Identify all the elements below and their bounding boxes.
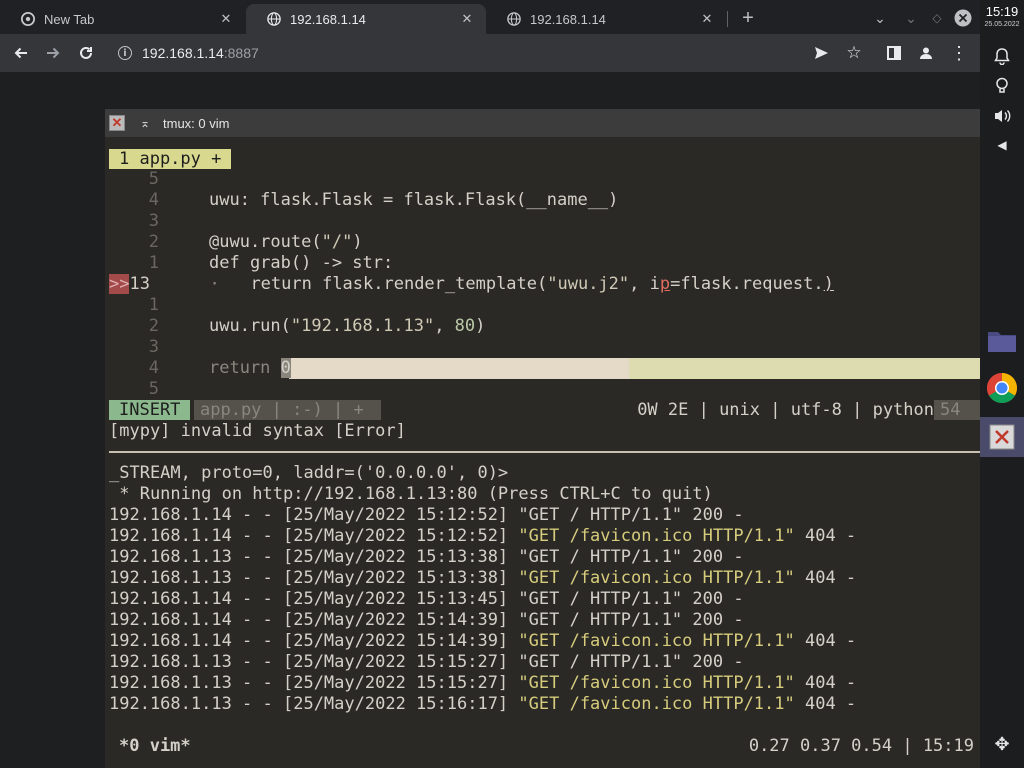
reload-button[interactable] <box>73 40 99 66</box>
tab-active[interactable]: 192.168.1.14 ✕ <box>246 4 486 34</box>
bookmark-star-icon[interactable]: ☆ <box>841 40 867 66</box>
lightbulb-icon[interactable] <box>991 75 1013 97</box>
log-line: * Running on http://192.168.1.13:80 (Pre… <box>109 484 713 504</box>
tab-label: 192.168.1.14 <box>290 11 366 27</box>
close-tab-icon[interactable]: ✕ <box>698 10 716 28</box>
request-log-line: 192.168.1.13 - - [25/May/2022 15:16:17] … <box>109 694 857 714</box>
code-line: 5 <box>148 169 159 189</box>
code-line: 1 def grab() -> str: <box>148 253 394 273</box>
profile-icon[interactable] <box>913 40 939 66</box>
new-tab-button[interactable]: + <box>737 7 759 29</box>
tmux-pane-divider[interactable] <box>109 451 980 453</box>
clock[interactable]: 15:19 25.05.2022 <box>980 4 1024 28</box>
code-line: 5 <box>148 379 159 399</box>
code-line: 4 return 0 <box>148 358 291 378</box>
address-port: :8887 <box>223 45 259 61</box>
request-log-line: 192.168.1.13 - - [25/May/2022 15:13:38] … <box>109 547 744 567</box>
vim-message: [mypy] invalid syntax [Error] <box>109 421 406 441</box>
code-line: 4 uwu: flask.Flask = flask.Flask(__name__… <box>148 190 619 210</box>
chrome-app-icon[interactable] <box>980 368 1024 408</box>
close-window-icon[interactable]: ✕ <box>109 115 125 131</box>
keep-above-icon[interactable]: ⌅ <box>137 116 153 130</box>
window-title: tmux: 0 vim <box>163 115 230 131</box>
vim-file-info: app.py | :-) | + <box>194 400 381 420</box>
code-line-current: >>13 · return flask.render_template("uwu.… <box>109 274 834 294</box>
tab-separator <box>727 11 728 27</box>
vim-buffer-tab[interactable]: 1 app.py + <box>109 149 232 169</box>
bell-icon[interactable] <box>991 45 1013 67</box>
forward-button[interactable] <box>40 40 66 66</box>
close-tab-icon[interactable]: ✕ <box>217 10 235 28</box>
request-log-line: 192.168.1.14 - - [25/May/2022 15:12:52] … <box>109 505 744 525</box>
request-log-line: 192.168.1.13 - - [25/May/2022 15:13:38] … <box>109 568 857 588</box>
clock-date: 25.05.2022 <box>984 21 1020 28</box>
arrow-right-icon <box>47 47 60 59</box>
globe-icon <box>266 11 282 27</box>
send-icon[interactable] <box>808 40 834 66</box>
terminal-titlebar: ✕ ⌅ tmux: 0 vim <box>105 109 980 137</box>
tab-strip: New Tab ✕ 192.168.1.14 ✕ 192.168.1.14 ✕ … <box>0 0 980 34</box>
code-line: 3 <box>148 211 159 231</box>
side-panel-icon[interactable] <box>881 40 907 66</box>
request-log-line: 192.168.1.13 - - [25/May/2022 15:15:27] … <box>109 652 744 672</box>
back-button[interactable] <box>8 40 34 66</box>
tmux-window[interactable]: *0 vim* <box>119 735 191 757</box>
tab-label: 192.168.1.14 <box>530 11 606 27</box>
vim-mode: INSERT <box>109 400 191 420</box>
code-line: 3 <box>148 337 159 357</box>
close-window-button[interactable] <box>952 7 974 29</box>
speaker-icon[interactable] <box>991 105 1013 127</box>
request-log-line: 192.168.1.14 - - [25/May/2022 15:12:52] … <box>109 526 857 546</box>
close-tab-icon[interactable]: ✕ <box>458 10 476 28</box>
arrow-left-icon <box>14 47 27 59</box>
log-line: _STREAM, proto=0, laddr=('0.0.0.0', 0)> <box>109 463 509 483</box>
address-host: 192.168.1.14 <box>142 45 224 61</box>
address-bar[interactable]: i 192.168.1.14:8887 <box>112 40 802 66</box>
tab-new-tab[interactable]: New Tab ✕ <box>0 4 245 34</box>
move-arrows-icon[interactable]: ✥ <box>991 733 1013 755</box>
vim-percent: 54 <box>934 400 980 420</box>
visual-highlight <box>629 358 980 379</box>
maximize-icon[interactable]: ◇ <box>926 7 948 29</box>
globe-icon <box>506 11 522 27</box>
tab-search-icon[interactable]: ⌄ <box>869 7 891 29</box>
files-app-icon[interactable] <box>980 320 1024 360</box>
code-line: 2 @uwu.route("/") <box>148 232 363 252</box>
system-dock: 15:19 25.05.2022 ◀ ✥ <box>980 0 1024 768</box>
terminal-app-icon[interactable] <box>980 417 1024 457</box>
code-line: 1 <box>148 295 159 315</box>
tmux-statusbar: *0 vim* 0.27 0.37 0.54 | 15:19 <box>109 735 980 757</box>
browser-toolbar: i 192.168.1.14:8887 ☆ ⋮ <box>0 34 980 72</box>
site-info-icon[interactable]: i <box>118 46 132 60</box>
tmux-status-right: 0.27 0.37 0.54 | 15:19 <box>748 736 974 756</box>
terminal[interactable]: 1 app.py + 5 4 uwu: flask.Flask = flask.F… <box>105 137 980 768</box>
tab-label: New Tab <box>44 11 95 27</box>
error-sign: >> <box>109 274 130 294</box>
collapse-arrow-icon[interactable]: ◀ <box>991 134 1013 156</box>
code-line: 2 uwu.run("192.168.1.13", 80) <box>148 316 486 336</box>
vim-stats: 0W 2E | unix | utf-8 | python <box>637 400 934 420</box>
vim-statusline: INSERT app.py | :-) | + 0W 2E | unix | u… <box>109 400 980 420</box>
minimize-icon[interactable]: ⌄ <box>900 7 922 29</box>
clock-time: 15:19 <box>985 4 1019 19</box>
request-log-line: 192.168.1.13 - - [25/May/2022 15:15:27] … <box>109 673 857 693</box>
chrome-icon <box>20 11 36 27</box>
request-log-line: 192.168.1.14 - - [25/May/2022 15:13:45] … <box>109 589 744 609</box>
reload-icon <box>80 46 92 59</box>
tab-third[interactable]: 192.168.1.14 ✕ <box>486 4 726 34</box>
request-log-line: 192.168.1.14 - - [25/May/2022 15:14:39] … <box>109 631 857 651</box>
request-log-line: 192.168.1.14 - - [25/May/2022 15:14:39] … <box>109 610 744 630</box>
menu-kebab-icon[interactable]: ⋮ <box>946 40 972 66</box>
